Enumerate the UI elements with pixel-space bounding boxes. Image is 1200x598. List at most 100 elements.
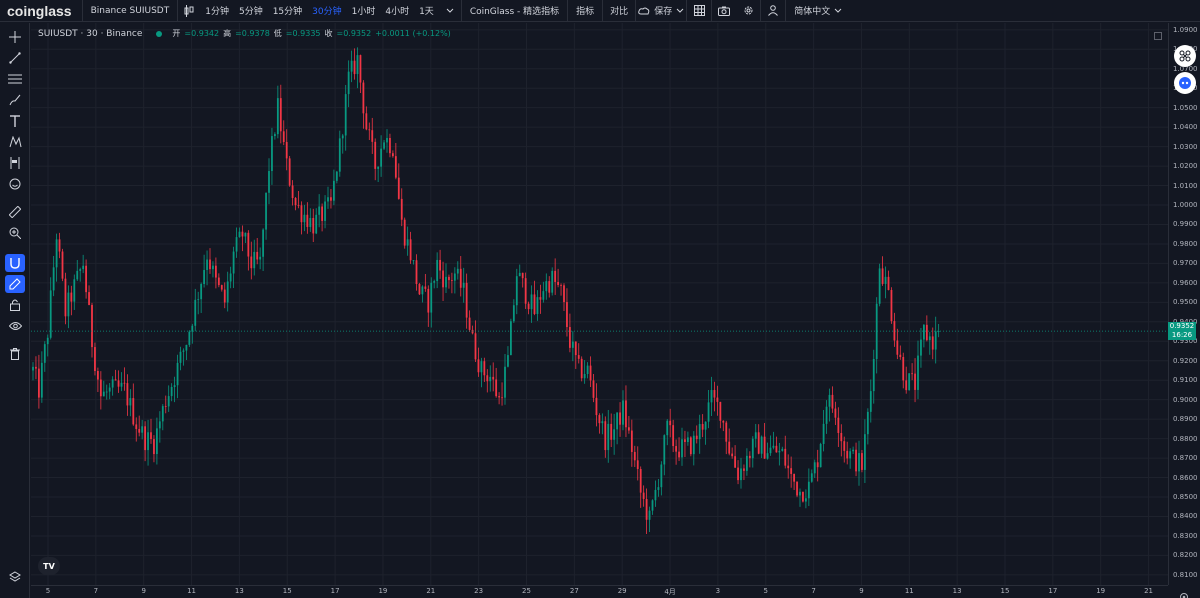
- candle-body: [415, 260, 418, 285]
- y-tick-label: 0.9600: [1173, 278, 1198, 287]
- brush-icon[interactable]: [5, 91, 25, 109]
- zoom-in-icon[interactable]: [5, 224, 25, 242]
- ruler-icon[interactable]: [5, 203, 25, 221]
- candle-body: [235, 237, 238, 252]
- candle-body: [881, 268, 884, 284]
- fib-channel-icon[interactable]: [5, 70, 25, 88]
- indicator-preset-button[interactable]: CoinGlass - 精选指标: [462, 0, 567, 22]
- cloud-icon[interactable]: [636, 0, 652, 22]
- candle-body: [40, 362, 43, 398]
- candle-body: [43, 344, 46, 363]
- save-dropdown-icon[interactable]: [674, 0, 686, 22]
- symbol-search-button[interactable]: Binance SUIUSDT: [83, 0, 178, 22]
- emoji-icon[interactable]: [5, 175, 25, 193]
- candle-body: [253, 251, 256, 269]
- camera-icon[interactable]: [712, 0, 736, 22]
- pattern-tool-icon[interactable]: [5, 133, 25, 151]
- compare-button[interactable]: 对比: [603, 0, 635, 22]
- candle-body: [82, 265, 85, 270]
- interval-1m[interactable]: 1分钟: [200, 0, 234, 22]
- save-button[interactable]: 保存: [652, 0, 674, 22]
- candle-body: [840, 432, 843, 442]
- forecast-tool-icon[interactable]: [5, 154, 25, 172]
- candle-body: [91, 304, 93, 348]
- candle-body: [436, 259, 439, 282]
- interval-4h[interactable]: 4小时: [380, 0, 414, 22]
- user-icon[interactable]: [761, 0, 785, 22]
- candle-body: [188, 331, 191, 345]
- candle-body: [551, 270, 554, 293]
- candle-body: [613, 429, 616, 440]
- candle-body: [563, 285, 565, 303]
- tradingview-logo[interactable]: TV: [38, 557, 60, 575]
- text-tool-icon[interactable]: [5, 112, 25, 130]
- candle-type-icon[interactable]: [178, 0, 200, 22]
- interval-15m[interactable]: 15分钟: [268, 0, 307, 22]
- interval-1h[interactable]: 1小时: [347, 0, 381, 22]
- crosshair-cursor-icon[interactable]: [5, 28, 25, 46]
- candle-body: [335, 171, 338, 181]
- candle-body: [905, 380, 908, 391]
- candle-body: [232, 251, 235, 274]
- candle-body: [474, 333, 477, 360]
- change-value: +0.0011 (+0.12%): [375, 29, 451, 38]
- time-axis[interactable]: 5 7 9 11 13 15 17 19 21 23 25 27 29 4月 3 5 7 9 11 13 15 17 19 2…: [31, 585, 1168, 598]
- candle-body: [648, 510, 651, 520]
- chat-bot-icon[interactable]: [1174, 72, 1196, 94]
- x-tick-label: 21: [426, 587, 436, 595]
- candle-body: [828, 394, 831, 407]
- candle-body: [639, 468, 642, 493]
- magnet-icon[interactable]: [5, 254, 25, 272]
- candle-body: [206, 259, 208, 271]
- trash-icon[interactable]: [5, 345, 25, 363]
- indicators-button[interactable]: 指标: [568, 0, 602, 22]
- top-toolbar: coinglass Binance SUIUSDT 1分钟 5分钟 15分钟 3…: [0, 0, 1200, 22]
- language-dropdown-icon[interactable]: [832, 0, 844, 22]
- interval-30m[interactable]: 30分钟: [307, 0, 346, 22]
- stay-in-drawing-mode-icon[interactable]: [5, 275, 25, 293]
- candle-body: [521, 272, 524, 279]
- candle-body: [70, 292, 73, 302]
- x-tick-label: 27: [569, 587, 579, 595]
- language-selector[interactable]: 简体中文: [786, 0, 832, 22]
- legend-symbol[interactable]: SUIUSDT · 30 · Binance: [38, 29, 142, 39]
- interval-5m[interactable]: 5分钟: [234, 0, 268, 22]
- candle-body: [197, 299, 200, 300]
- candle-body: [498, 396, 500, 398]
- candle-body: [94, 347, 96, 371]
- y-tick-label: 1.0200: [1173, 162, 1198, 171]
- shortcut-icon[interactable]: [1174, 45, 1196, 67]
- interval-1d[interactable]: 1天: [414, 0, 439, 22]
- candle-body: [347, 71, 350, 95]
- candle-body: [928, 336, 931, 341]
- settings-gear-icon[interactable]: [736, 0, 760, 22]
- x-tick-label: 13: [234, 587, 244, 595]
- close-value: =0.9352: [336, 29, 372, 38]
- candle-body: [117, 380, 120, 387]
- price-chart[interactable]: [31, 23, 1168, 585]
- axis-settings-icon[interactable]: [1179, 587, 1189, 598]
- lock-icon[interactable]: [5, 296, 25, 314]
- eye-icon[interactable]: [5, 317, 25, 335]
- candle-body: [725, 422, 728, 442]
- candle-body: [135, 424, 138, 430]
- x-tick-label: 9: [859, 587, 864, 595]
- coinglass-logo[interactable]: coinglass: [0, 3, 82, 19]
- candle-body: [380, 148, 382, 167]
- candle-body: [813, 462, 816, 474]
- scale-collapse-icon[interactable]: [1154, 32, 1162, 40]
- y-tick-label: 1.0100: [1173, 181, 1198, 190]
- candle-body: [268, 171, 270, 193]
- candle-body: [486, 375, 489, 382]
- object-tree-icon[interactable]: [5, 568, 25, 586]
- candlestick-chart-svg[interactable]: [31, 23, 1168, 585]
- interval-dropdown-icon[interactable]: [439, 0, 461, 22]
- candle-body: [805, 498, 807, 502]
- trend-line-icon[interactable]: [5, 49, 25, 67]
- candle-body: [318, 206, 321, 215]
- candle-body: [365, 113, 368, 130]
- candle-body: [182, 350, 185, 352]
- layout-grid-icon[interactable]: [687, 0, 711, 22]
- price-axis[interactable]: 1.09001.08001.07001.06001.05001.04001.03…: [1168, 23, 1200, 585]
- candle-body: [456, 268, 459, 274]
